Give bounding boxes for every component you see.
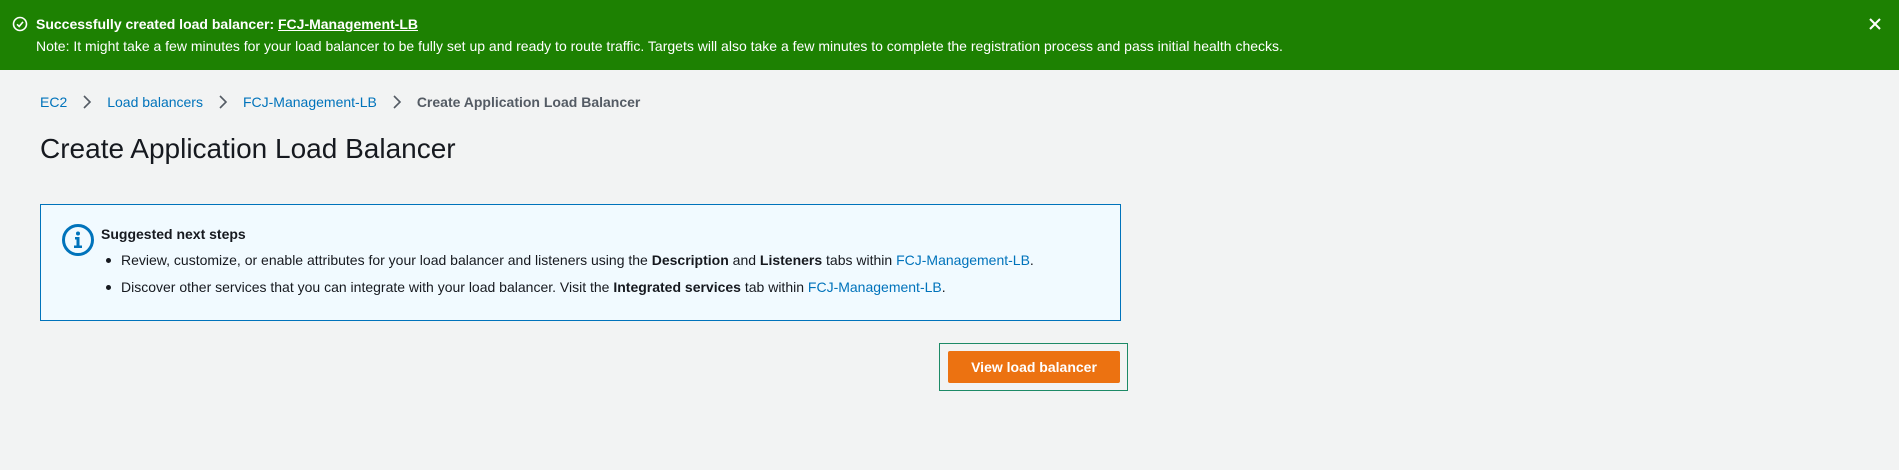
breadcrumb-current: Create Application Load Balancer xyxy=(416,94,641,110)
breadcrumb-load-balancers[interactable]: Load balancers xyxy=(107,94,203,110)
item-text: tab within xyxy=(740,279,808,295)
item-text: tabs within xyxy=(822,252,897,268)
load-balancer-link[interactable]: FCJ-Management-LB xyxy=(808,279,942,295)
flash-title: Successfully created load balancer: FCJ-… xyxy=(36,15,418,33)
suggested-next-steps-alert: Suggested next steps Review, customize, … xyxy=(40,204,1121,321)
view-load-balancer-button[interactable]: View load balancer xyxy=(948,351,1120,383)
item-text: Discover other services that you can int… xyxy=(121,279,614,295)
chevron-right-icon xyxy=(83,95,92,109)
flash-note: Note: It might take a few minutes for yo… xyxy=(36,38,1283,54)
close-icon[interactable] xyxy=(1865,14,1885,34)
breadcrumb-load-balancer-name[interactable]: FCJ-Management-LB xyxy=(243,94,377,110)
next-steps-list: Review, customize, or enable attributes … xyxy=(101,251,1034,305)
success-flashbar: Successfully created load balancer: FCJ-… xyxy=(0,0,1899,70)
flash-title-text: Successfully created load balancer: xyxy=(36,16,278,32)
integrated-services-tab-label: Integrated services xyxy=(613,279,741,295)
breadcrumb: EC2 Load balancers FCJ-Management-LB Cre… xyxy=(40,92,640,112)
chevron-right-icon xyxy=(219,95,228,109)
info-title: Suggested next steps xyxy=(101,226,246,242)
breadcrumb-ec2[interactable]: EC2 xyxy=(40,94,67,110)
item-text: and xyxy=(728,252,760,268)
info-icon xyxy=(62,224,94,256)
description-tab-label: Description xyxy=(651,252,729,268)
chevron-right-icon xyxy=(393,95,401,109)
load-balancer-link[interactable]: FCJ-Management-LB xyxy=(896,252,1030,268)
item-text: . xyxy=(1029,252,1034,268)
item-text: . xyxy=(941,279,946,295)
flash-load-balancer-link[interactable]: FCJ-Management-LB xyxy=(278,16,418,32)
check-circle-icon xyxy=(12,16,28,32)
item-text: Review, customize, or enable attributes … xyxy=(121,252,652,268)
page-title: Create Application Load Balancer xyxy=(40,133,456,164)
list-item: Review, customize, or enable attributes … xyxy=(101,251,1034,278)
list-item: Discover other services that you can int… xyxy=(101,278,1034,305)
listeners-tab-label: Listeners xyxy=(759,252,823,268)
